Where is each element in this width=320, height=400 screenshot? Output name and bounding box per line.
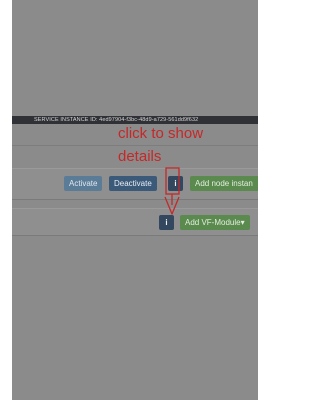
deactivate-button[interactable]: Deactivate: [109, 176, 157, 191]
info-icon[interactable]: i: [159, 215, 174, 230]
service-instance-id-bar: SERVICE INSTANCE ID: 4ed97904-f3bc-48d9-…: [12, 116, 258, 124]
add-node-instance-button[interactable]: Add node instan: [190, 176, 258, 191]
annotation-text-line2: details: [118, 148, 162, 165]
add-vf-module-button[interactable]: Add VF-Module▾: [180, 215, 250, 230]
divider: [12, 145, 258, 146]
service-instance-id-text: SERVICE INSTANCE ID: 4ed97904-f3bc-48d9-…: [34, 117, 199, 123]
modal-backdrop: SERVICE INSTANCE ID: 4ed97904-f3bc-48d9-…: [12, 0, 258, 400]
activate-button[interactable]: Activate: [64, 176, 103, 191]
left-gutter: [0, 0, 12, 400]
annotation-text-line1: click to show: [118, 125, 204, 142]
info-icon[interactable]: i: [168, 176, 183, 191]
